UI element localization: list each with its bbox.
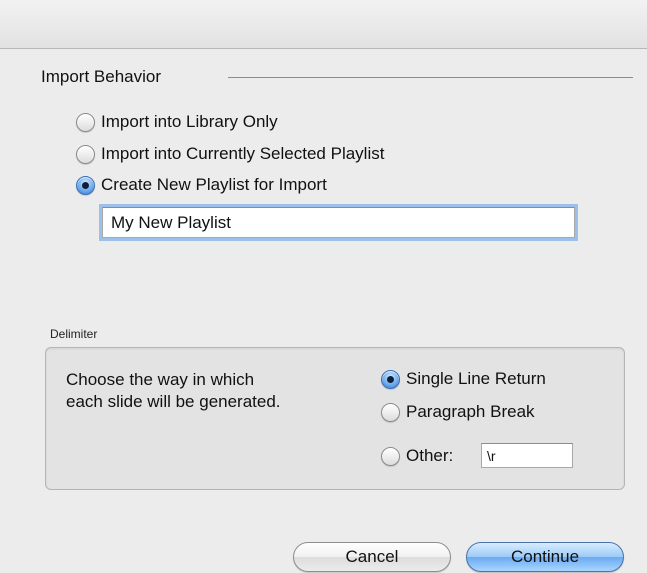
playlist-name-input[interactable] [102, 207, 575, 238]
radio-import-selected-playlist[interactable]: Import into Currently Selected Playlist [76, 144, 384, 164]
radio-other[interactable]: Other: [381, 446, 453, 466]
radio-button-selected-icon[interactable] [76, 175, 95, 195]
radio-button-icon[interactable] [76, 144, 95, 164]
radio-create-new-playlist[interactable]: Create New Playlist for Import [76, 175, 327, 195]
radio-paragraph-break[interactable]: Paragraph Break [381, 402, 535, 422]
radio-button-icon[interactable] [381, 446, 400, 466]
cancel-button[interactable]: Cancel [293, 542, 451, 572]
description-line: each slide will be generated. [66, 392, 281, 411]
continue-button[interactable]: Continue [466, 542, 624, 572]
title-bar [0, 0, 647, 49]
section-divider [228, 77, 633, 78]
other-delimiter-input[interactable] [481, 443, 573, 468]
radio-label: Paragraph Break [406, 402, 535, 421]
radio-single-line-return[interactable]: Single Line Return [381, 369, 546, 389]
radio-label: Import into Library Only [101, 112, 278, 131]
description-line: Choose the way in which [66, 370, 255, 389]
radio-label: Single Line Return [406, 369, 546, 388]
radio-button-selected-icon[interactable] [381, 369, 400, 389]
radio-label: Import into Currently Selected Playlist [101, 144, 385, 163]
delimiter-description: Choose the way in which each slide will … [66, 369, 356, 413]
radio-import-library-only[interactable]: Import into Library Only [76, 112, 278, 132]
delimiter-title: Delimiter [50, 327, 98, 341]
import-behavior-title: Import Behavior [41, 67, 161, 86]
radio-label: Create New Playlist for Import [101, 175, 327, 194]
radio-button-icon[interactable] [76, 112, 95, 132]
radio-button-icon[interactable] [381, 402, 400, 422]
radio-label: Other: [406, 446, 454, 465]
import-dialog: Import Behavior Import into Library Only… [0, 0, 647, 573]
